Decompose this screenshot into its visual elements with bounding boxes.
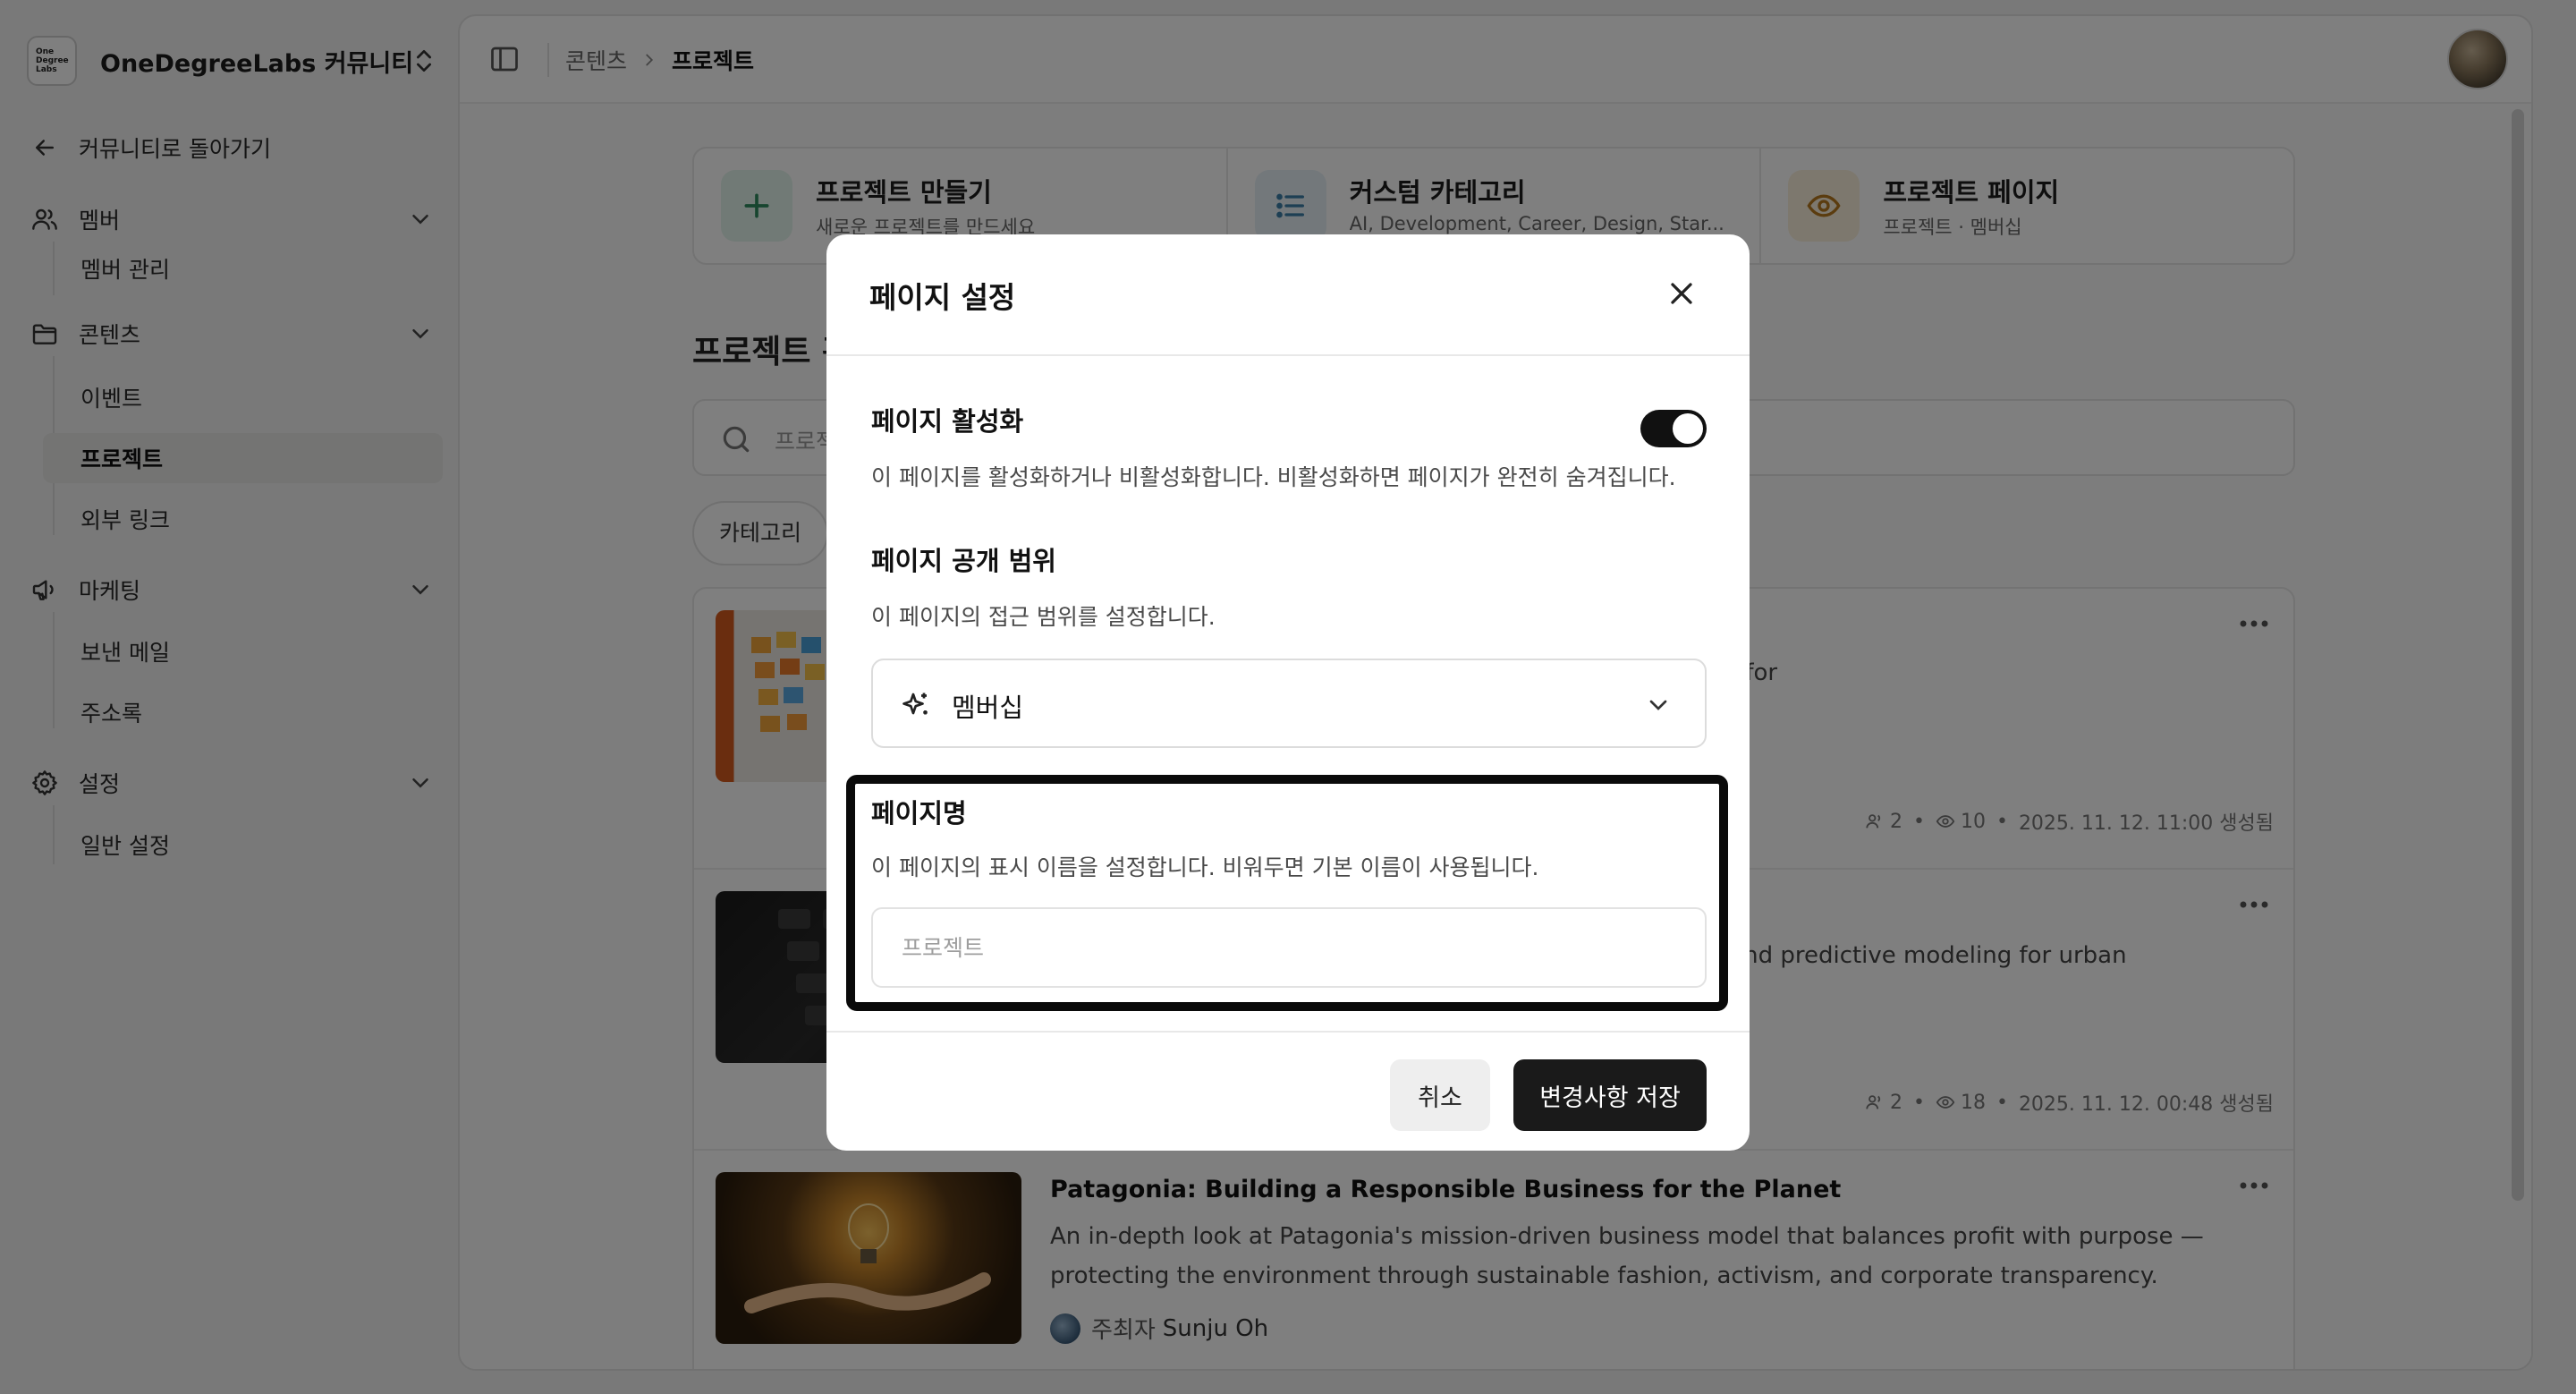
cancel-button[interactable]: 취소: [1390, 1059, 1490, 1131]
sparkles-icon: [902, 693, 928, 715]
footer-divider: [826, 1031, 1750, 1033]
visibility-description: 이 페이지의 접근 범위를 설정합니다.: [871, 604, 1216, 630]
toggle-knob: [1673, 413, 1703, 444]
page-name-description: 이 페이지의 표시 이름을 설정합니다. 비워두면 기본 이름이 사용됩니다.: [871, 854, 1539, 880]
page-name-title: 페이지명: [871, 798, 967, 829]
activation-title: 페이지 활성화: [871, 406, 1024, 437]
save-changes-button[interactable]: 변경사항 저장: [1513, 1059, 1707, 1131]
dialog-title: 페이지 설정: [869, 280, 1016, 315]
page-settings-dialog: 페이지 설정 페이지 활성화 이 페이지를 활성화하거나 비활성화합니다. 비활…: [826, 234, 1750, 1151]
chevron-down-icon: [1649, 700, 1667, 710]
visibility-title: 페이지 공개 범위: [871, 546, 1056, 576]
close-icon[interactable]: [1664, 276, 1699, 311]
page-activation-toggle[interactable]: [1640, 410, 1707, 447]
page-name-input[interactable]: [871, 907, 1707, 988]
dialog-header: 페이지 설정: [826, 234, 1750, 356]
visibility-select[interactable]: 멤버십: [871, 659, 1707, 748]
activation-description: 이 페이지를 활성화하거나 비활성화합니다. 비활성화하면 페이지가 완전히 숨…: [871, 464, 1676, 490]
app: One Degree Labs OneDegreeLabs 커뮤니티 커뮤니티로…: [0, 0, 2576, 1394]
visibility-selected-value: 멤버십: [952, 693, 1024, 723]
